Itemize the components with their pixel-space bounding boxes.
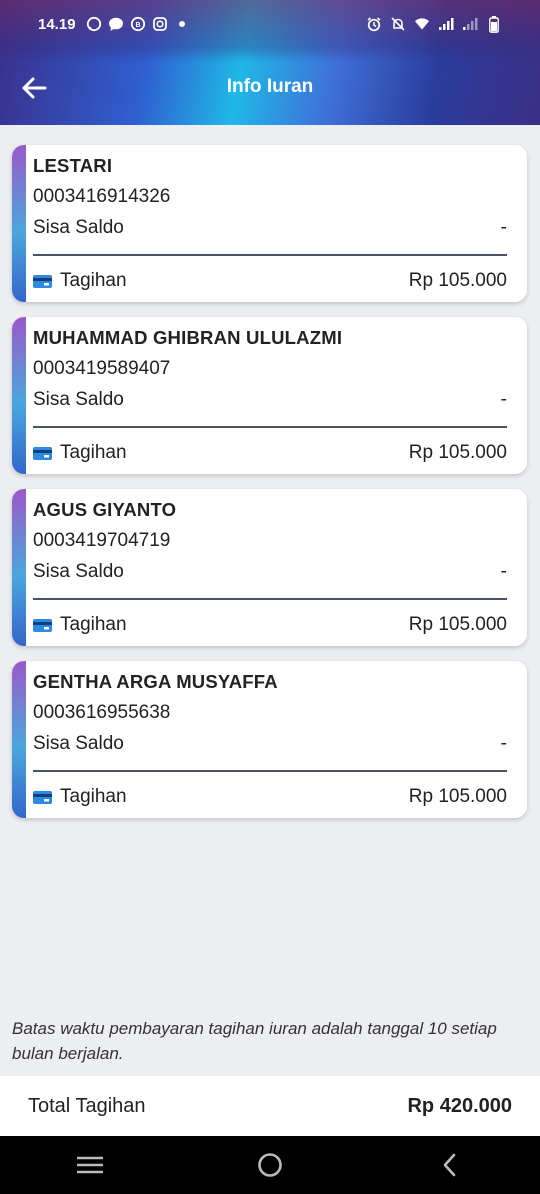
back-icon xyxy=(443,1153,456,1177)
divider xyxy=(33,598,507,600)
page-title: Info Iuran xyxy=(226,75,314,97)
chat-icon xyxy=(108,16,124,32)
bill-row: Tagihan Rp 105.000 xyxy=(33,786,507,808)
recent-apps-icon xyxy=(77,1156,103,1174)
saldo-value: - xyxy=(500,389,507,410)
system-nav-bar xyxy=(0,1136,540,1194)
bill-amount: Rp 105.000 xyxy=(408,270,507,291)
saldo-label: Sisa Saldo xyxy=(33,733,124,754)
member-number: 0003419589407 xyxy=(33,358,171,379)
instagram-icon xyxy=(152,16,168,32)
bill-amount: Rp 105.000 xyxy=(408,614,507,635)
credit-card-icon xyxy=(33,446,52,460)
mute-icon xyxy=(390,16,406,32)
member-name: AGUS GIYANTO xyxy=(33,499,177,520)
saldo-value: - xyxy=(500,733,507,754)
bill-row: Tagihan Rp 105.000 xyxy=(33,442,507,464)
whatsapp-icon xyxy=(86,16,102,32)
saldo-value: - xyxy=(500,217,507,238)
status-bar: 14.19 B xyxy=(0,0,540,48)
member-list: LESTARI 0003416914326 Sisa Saldo - Tagih… xyxy=(12,145,527,833)
member-card[interactable]: AGUS GIYANTO 0003419704719 Sisa Saldo - … xyxy=(12,489,527,646)
member-name: GENTHA ARGA MUSYAFFA xyxy=(33,671,278,692)
payment-note: Batas waktu pembayaran tagihan iuran ada… xyxy=(12,1019,497,1063)
divider xyxy=(33,426,507,428)
back-button[interactable] xyxy=(18,72,50,104)
card-accent xyxy=(12,145,26,302)
saldo-row: Sisa Saldo - xyxy=(33,389,507,411)
dot-icon xyxy=(174,16,190,32)
bill-label: Tagihan xyxy=(60,786,127,807)
member-name: MUHAMMAD GHIBRAN ULULAZMI xyxy=(33,327,343,348)
app-header: 14.19 B Info Iuran xyxy=(0,0,540,125)
credit-card-icon xyxy=(33,274,52,288)
signal-icon xyxy=(438,16,454,32)
saldo-row: Sisa Saldo - xyxy=(33,561,507,583)
saldo-row: Sisa Saldo - xyxy=(33,217,507,239)
credit-card-icon xyxy=(33,790,52,804)
bill-amount: Rp 105.000 xyxy=(408,786,507,807)
member-card[interactable]: GENTHA ARGA MUSYAFFA 0003616955638 Sisa … xyxy=(12,661,527,818)
member-number: 0003419704719 xyxy=(33,530,171,551)
credit-card-icon xyxy=(33,618,52,632)
whatsapp-business-icon: B xyxy=(130,16,146,32)
saldo-value: - xyxy=(500,561,507,582)
arrow-left-icon xyxy=(22,77,47,99)
battery-icon xyxy=(486,15,502,33)
card-accent xyxy=(12,661,26,818)
system-back-button[interactable] xyxy=(420,1136,480,1194)
divider xyxy=(33,770,507,772)
bill-row: Tagihan Rp 105.000 xyxy=(33,270,507,292)
member-number: 0003416914326 xyxy=(33,186,171,207)
saldo-label: Sisa Saldo xyxy=(33,217,124,238)
status-time: 14.19 xyxy=(38,15,76,33)
bill-row: Tagihan Rp 105.000 xyxy=(33,614,507,636)
alarm-icon xyxy=(366,16,382,32)
member-number: 0003616955638 xyxy=(33,702,171,723)
saldo-label: Sisa Saldo xyxy=(33,561,124,582)
app-bar: Info Iuran xyxy=(0,48,540,125)
bill-amount: Rp 105.000 xyxy=(408,442,507,463)
wifi-icon xyxy=(414,16,430,32)
signal-weak-icon xyxy=(462,16,478,32)
total-bar: Total Tagihan Rp 420.000 xyxy=(0,1076,540,1136)
saldo-row: Sisa Saldo - xyxy=(33,733,507,755)
member-card[interactable]: MUHAMMAD GHIBRAN ULULAZMI 0003419589407 … xyxy=(12,317,527,474)
svg-text:B: B xyxy=(135,22,140,29)
bill-label: Tagihan xyxy=(60,614,127,635)
member-card[interactable]: LESTARI 0003416914326 Sisa Saldo - Tagih… xyxy=(12,145,527,302)
total-label: Total Tagihan xyxy=(28,1094,146,1117)
recent-apps-button[interactable] xyxy=(60,1136,120,1194)
total-value: Rp 420.000 xyxy=(407,1094,512,1117)
member-name: LESTARI xyxy=(33,155,113,176)
saldo-label: Sisa Saldo xyxy=(33,389,124,410)
card-accent xyxy=(12,317,26,474)
bill-label: Tagihan xyxy=(60,442,127,463)
card-accent xyxy=(12,489,26,646)
home-icon xyxy=(258,1153,282,1177)
home-button[interactable] xyxy=(240,1136,300,1194)
bill-label: Tagihan xyxy=(60,270,127,291)
divider xyxy=(33,254,507,256)
